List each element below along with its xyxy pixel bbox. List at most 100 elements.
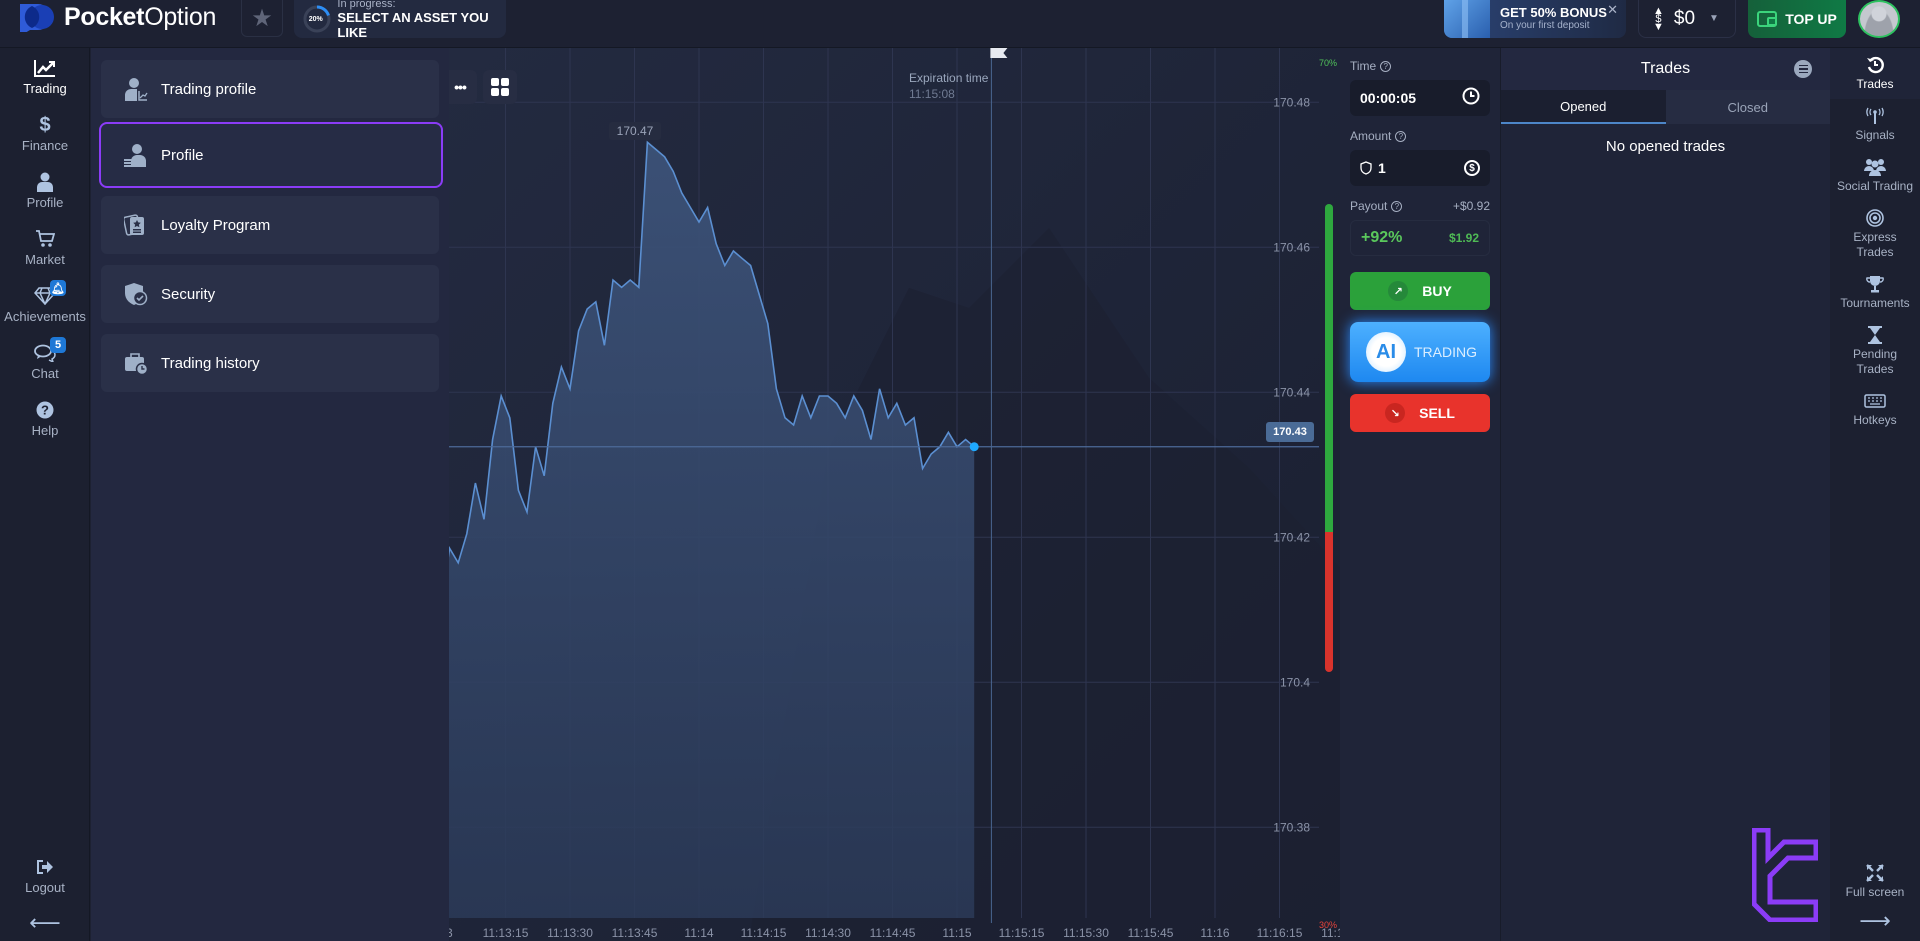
right-nav-signals[interactable]: Signals <box>1830 99 1920 150</box>
right-sidebar-bottom: Full screen ⟶ <box>1830 856 1920 941</box>
x-tick-label: 11:13:45 <box>612 926 658 940</box>
chart-canvas[interactable]: 170.48 170.46 170.44 170.42 170.4 170.38 1:13… <box>449 48 1340 941</box>
x-tick-label: 11:16 <box>1200 926 1229 940</box>
x-tick-label: 11:14:15 <box>741 926 787 940</box>
currency-dollar-icon[interactable]: $ <box>1464 160 1480 176</box>
more-options-button[interactable]: ••• <box>449 70 477 104</box>
buy-button[interactable]: ↗ BUY <box>1350 272 1490 310</box>
sidebar-item-label: Finance <box>21 138 69 153</box>
logout-button[interactable]: Logout <box>0 845 90 905</box>
sidebar-item-label: Profile <box>26 195 64 210</box>
sidebar-item-label: Trading <box>23 81 67 96</box>
ai-trading-button[interactable]: AI TRADING <box>1350 322 1490 382</box>
collapse-right-sidebar-button[interactable]: ⟶ <box>1830 907 1920 941</box>
menu-item-profile[interactable]: Profile <box>99 122 443 188</box>
menu-item-loyalty-program[interactable]: Loyalty Program <box>101 196 439 254</box>
account-balance-selector[interactable]: ▲ $ ▼ $0 ▼ <box>1638 0 1736 38</box>
tab-closed[interactable]: Closed <box>1665 90 1830 124</box>
shield-icon <box>1360 161 1372 175</box>
user-avatar[interactable] <box>1858 0 1900 38</box>
trading-profile-icon <box>123 76 149 102</box>
time-value: 00:00:05 <box>1360 90 1417 106</box>
trade-panel: Time? 00:00:05 Amount? 1 $ Payout? +$0.9… <box>1340 48 1500 941</box>
arrow-down-right-icon: ↘ <box>1385 403 1406 423</box>
clock-icon[interactable] <box>1462 87 1480 110</box>
right-nav-label: Trades <box>1856 77 1894 91</box>
sidebar-item-finance[interactable]: $ Finance <box>0 105 90 162</box>
right-nav-trades[interactable]: Trades <box>1830 48 1920 99</box>
right-nav-label: Pending Trades <box>1852 347 1898 376</box>
tab-opened[interactable]: Opened <box>1501 90 1666 124</box>
help-circle-icon[interactable]: ? <box>1391 200 1403 212</box>
layout-grid-button[interactable] <box>483 70 517 104</box>
right-nav-hotkeys[interactable]: Hotkeys <box>1830 384 1920 435</box>
arrow-right-icon: ⟶ <box>1859 908 1891 933</box>
left-sidebar: Trading $ Finance Profile Market Achieve… <box>0 48 90 941</box>
fullscreen-label: Full screen <box>1845 885 1905 899</box>
logout-icon <box>36 856 54 878</box>
watermark-logo-icon <box>1751 827 1819 923</box>
list-icon[interactable] <box>1794 60 1812 78</box>
balance-value: $0 <box>1673 7 1696 29</box>
right-nav-tournaments[interactable]: Tournaments <box>1830 267 1920 318</box>
amount-label: Amount? <box>1350 128 1490 144</box>
brand-name: PocketOption <box>64 3 216 32</box>
expiration-label: Expiration time <box>909 71 989 85</box>
right-nav-label: Social Trading <box>1836 179 1914 193</box>
x-tick-label: 11:14:30 <box>805 926 851 940</box>
empty-trades-message: No opened trades <box>1605 138 1726 155</box>
sidebar-item-label: Help <box>31 423 59 438</box>
bonus-banner[interactable]: GET 50% BONUS On your first deposit ✕ <box>1444 0 1626 38</box>
app-root: PocketOption ★ 20% In progress: SELECT A… <box>0 0 1920 941</box>
x-tick-label: 11:15:45 <box>1128 926 1174 940</box>
help-circle-icon[interactable]: ? <box>1380 60 1392 72</box>
menu-item-label: Profile <box>161 146 204 164</box>
buy-label: BUY <box>1422 283 1452 299</box>
sidebar-item-chat[interactable]: Chat 5 <box>0 333 90 390</box>
x-tick-label: 11:16:15 <box>1257 926 1303 940</box>
chevron-down-icon: ▼ <box>1709 13 1719 24</box>
collapse-sidebar-button[interactable]: ⟵ <box>0 905 90 941</box>
sell-button[interactable]: ↘ SELL <box>1350 394 1490 432</box>
time-input[interactable]: 00:00:05 <box>1350 80 1490 116</box>
sidebar-item-achievements[interactable]: Achievements 🔔︎ <box>0 276 90 333</box>
x-axis: 1:13 11:13:15 11:13:30 11:13:45 11:14 11:14:1… <box>449 926 1340 940</box>
right-nav-social-trading[interactable]: Social Trading <box>1830 150 1920 201</box>
users-group-icon <box>1864 157 1886 177</box>
account-switch-icon: ▲ $ ▼ <box>1653 4 1664 33</box>
sidebar-item-label: Market <box>25 252 65 267</box>
y-tick-label: 170.44 <box>1273 385 1310 399</box>
fullscreen-icon <box>1866 863 1884 883</box>
more-dots-icon: ••• <box>454 79 467 95</box>
close-icon[interactable]: ✕ <box>1607 2 1618 18</box>
menu-item-label: Trading history <box>161 354 260 372</box>
price-chart[interactable]: 170.48 170.46 170.44 170.42 170.4 170.38 1:13… <box>449 48 1340 941</box>
top-up-label: TOP UP <box>1785 11 1837 27</box>
right-nav-pending-trades[interactable]: Pending Trades <box>1830 318 1920 384</box>
cart-icon <box>35 228 55 250</box>
sidebar-item-help[interactable]: ? Help <box>0 390 90 447</box>
onboarding-progress[interactable]: 20% In progress: SELECT AN ASSET YOU LIK… <box>294 0 506 40</box>
brand-logo[interactable]: PocketOption <box>18 2 216 32</box>
gift-icon <box>1444 0 1490 38</box>
menu-item-security[interactable]: Security <box>101 265 439 323</box>
sentiment-bar <box>1325 204 1333 672</box>
svg-text:?: ? <box>41 403 49 418</box>
favorites-button[interactable]: ★ <box>241 0 283 37</box>
top-up-button[interactable]: TOP UP <box>1748 0 1846 38</box>
help-circle-icon[interactable]: ? <box>1395 130 1407 142</box>
x-tick-label: 11:15:15 <box>999 926 1045 940</box>
bonus-subtitle: On your first deposit <box>1500 20 1590 31</box>
trades-tabs: Opened Closed <box>1501 90 1830 124</box>
menu-item-trading-history[interactable]: Trading history <box>101 334 439 392</box>
sidebar-item-profile[interactable]: Profile <box>0 162 90 219</box>
sidebar-item-market[interactable]: Market <box>0 219 90 276</box>
right-nav-express-trades[interactable]: Express Trades <box>1830 201 1920 267</box>
trophy-icon <box>1866 274 1884 294</box>
amount-input[interactable]: 1 $ <box>1350 150 1490 186</box>
menu-item-trading-profile[interactable]: Trading profile <box>101 60 439 118</box>
sidebar-item-trading[interactable]: Trading <box>0 48 90 105</box>
trades-header: Trades <box>1501 48 1830 90</box>
payout-label-text: Payout <box>1350 199 1388 213</box>
fullscreen-button[interactable]: Full screen <box>1830 856 1920 907</box>
